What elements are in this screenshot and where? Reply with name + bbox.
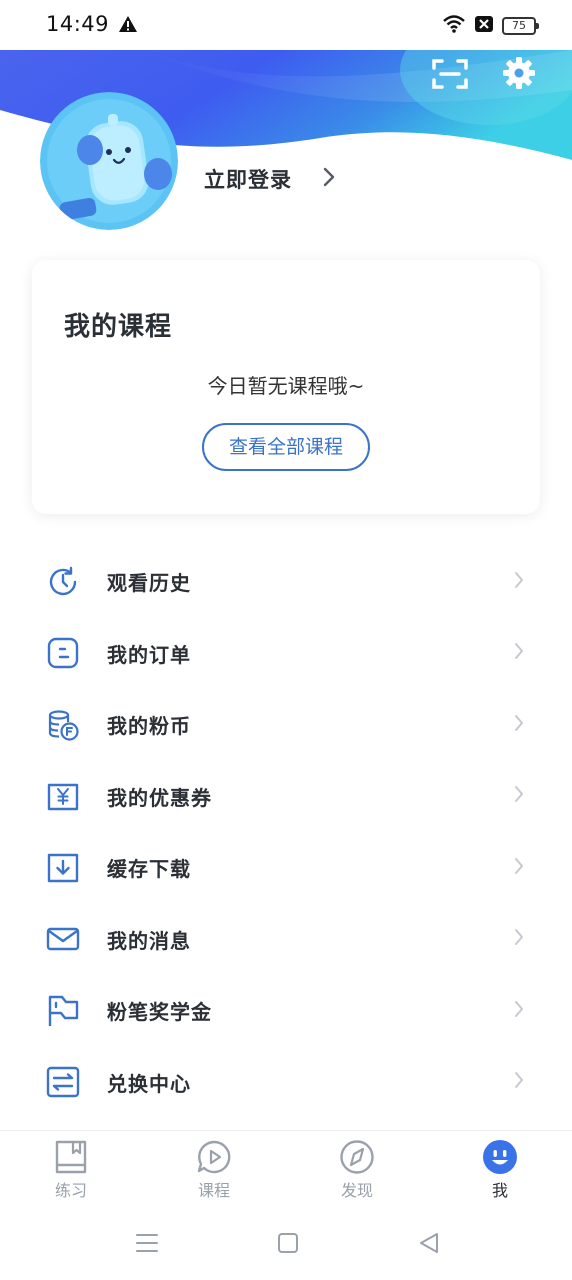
status-indicators: 75 [442, 14, 539, 38]
mail-icon [46, 922, 80, 956]
chevron-right-icon [514, 1071, 524, 1093]
menu-item-my-messages[interactable]: 我的消息 [0, 904, 572, 976]
mascot-avatar-image [40, 92, 178, 230]
login-label: 立即登录 [204, 168, 292, 192]
menu-item-my-coupons[interactable]: 我的优惠券 [0, 761, 572, 833]
chevron-right-icon [514, 857, 524, 879]
menu-item-scholarship[interactable]: 粉笔奖学金 [0, 975, 572, 1047]
menu-list: 观看历史 我的订单 我的粉币 我的优惠券 缓存下载 我的消息 粉笔奖学金 兑换中… [0, 546, 572, 1118]
chevron-right-icon [514, 571, 524, 593]
menu-item-watch-history[interactable]: 观看历史 [0, 546, 572, 618]
scan-icon [432, 59, 468, 89]
my-course-card: 我的课程 今日暂无课程哦~ 查看全部课程 [32, 260, 540, 514]
menu-item-label: 兑换中心 [107, 1071, 191, 1096]
exchange-icon [46, 1065, 80, 1099]
back-triangle-icon[interactable] [418, 1232, 440, 1258]
download-icon [46, 851, 80, 885]
menu-item-label: 我的订单 [107, 642, 191, 667]
menu-item-label: 观看历史 [107, 571, 191, 596]
bottom-tab-bar: 练习 课程 发现 我 [0, 1130, 572, 1210]
avatar[interactable] [40, 92, 178, 230]
menu-item-my-orders[interactable]: 我的订单 [0, 618, 572, 690]
chevron-right-icon [514, 1000, 524, 1022]
menu-item-label: 我的粉币 [107, 714, 191, 739]
battery-indicator: 75 [502, 17, 539, 35]
compass-icon [340, 1140, 374, 1174]
flag-icon [46, 994, 80, 1028]
chevron-right-icon [514, 642, 524, 664]
menu-item-label: 我的消息 [107, 928, 191, 953]
gear-icon [503, 57, 535, 89]
menu-item-cache-download[interactable]: 缓存下载 [0, 832, 572, 904]
tab-label: 课程 [197, 1181, 230, 1200]
warning-icon [118, 15, 138, 37]
chevron-right-icon [514, 928, 524, 950]
tab-label: 练习 [54, 1181, 87, 1200]
menu-item-label: 缓存下载 [107, 857, 191, 882]
menu-item-label: 我的优惠券 [107, 785, 212, 810]
history-clock-icon [46, 565, 80, 599]
home-square-icon[interactable] [277, 1232, 299, 1258]
order-icon [46, 636, 80, 670]
tab-label: 我 [491, 1181, 508, 1200]
chevron-right-icon [514, 714, 524, 736]
login-link[interactable]: 立即登录 [204, 164, 336, 194]
tab-me[interactable]: 我 [455, 1139, 545, 1201]
tab-courses[interactable]: 课程 [169, 1139, 259, 1201]
chevron-right-icon [514, 785, 524, 807]
status-bar: 14:49 75 [0, 0, 572, 50]
coupon-icon [46, 779, 80, 813]
wifi-icon [442, 14, 466, 38]
menu-item-exchange-center[interactable]: 兑换中心 [0, 1047, 572, 1119]
menu-icon[interactable] [136, 1232, 158, 1258]
chevron-right-icon [322, 166, 336, 192]
no-sim-icon [474, 14, 494, 38]
book-icon [55, 1140, 87, 1174]
tab-discover[interactable]: 发现 [312, 1139, 402, 1201]
course-card-title: 我的课程 [64, 312, 173, 342]
coin-icon [46, 708, 80, 742]
play-bubble-icon [197, 1140, 231, 1174]
smiley-icon [483, 1140, 517, 1174]
tab-practice[interactable]: 练习 [26, 1139, 116, 1201]
system-navigation-bar [0, 1212, 572, 1280]
menu-item-my-coins[interactable]: 我的粉币 [0, 689, 572, 761]
scan-button[interactable] [430, 56, 470, 92]
course-empty-message: 今日暂无课程哦~ [207, 374, 365, 398]
tab-label: 发现 [340, 1181, 373, 1200]
settings-button[interactable] [500, 54, 538, 92]
status-time: 14:49 [46, 12, 110, 36]
view-all-courses-button[interactable]: 查看全部课程 [202, 423, 370, 471]
menu-item-label: 粉笔奖学金 [107, 1000, 212, 1025]
